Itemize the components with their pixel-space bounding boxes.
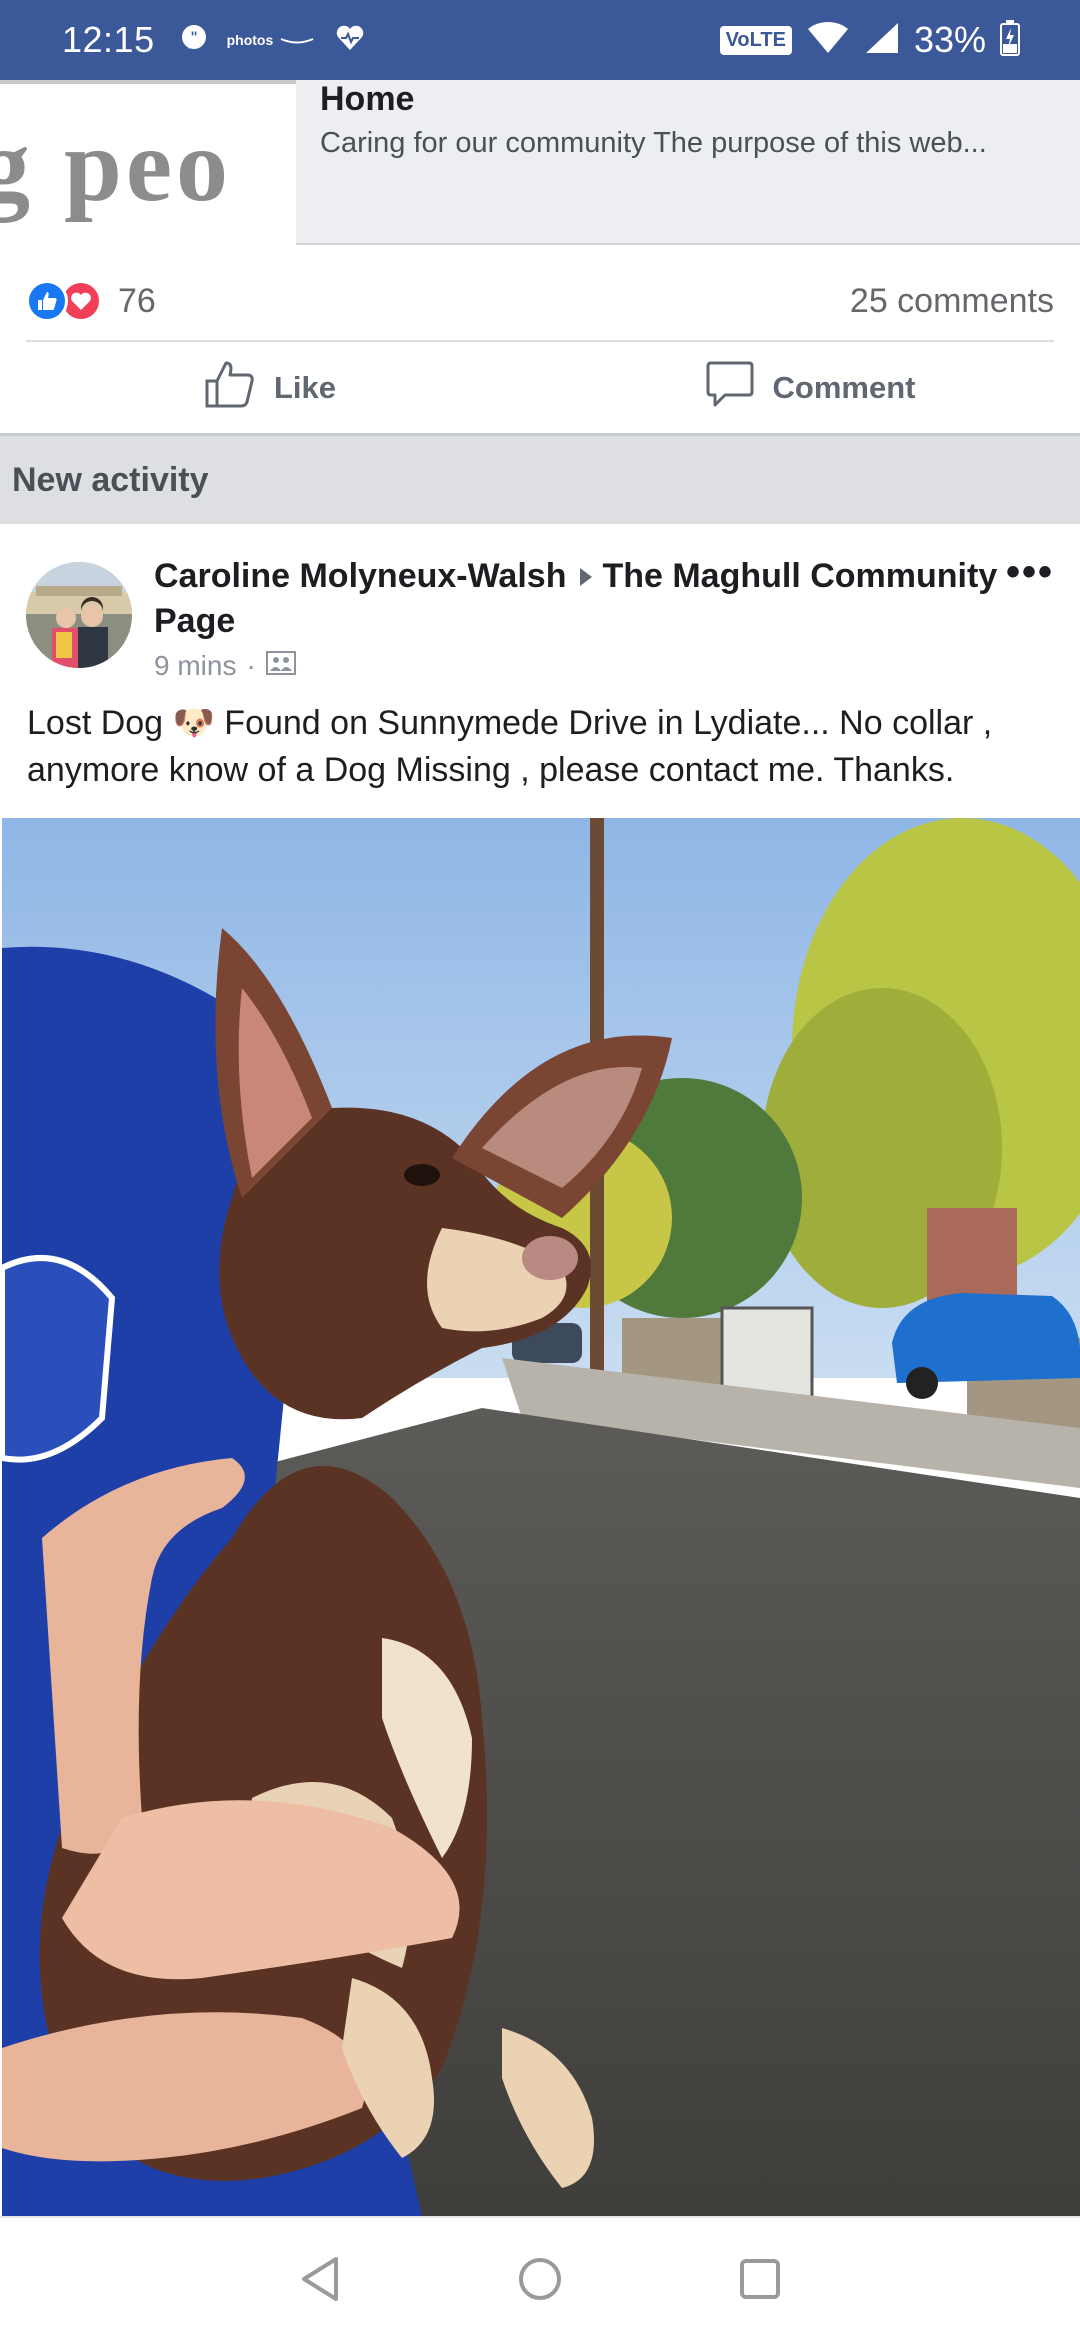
chat-bubble-icon: " bbox=[179, 23, 209, 58]
author-name-link[interactable]: Caroline Molyneux-Walsh bbox=[154, 557, 566, 595]
post-header: Caroline Molyneux-Walsh The Maghull Commu… bbox=[0, 524, 1080, 681]
link-preview-description: Caring for our community The purpose of … bbox=[320, 127, 987, 160]
notification-icons: " photos bbox=[179, 23, 366, 58]
author-avatar[interactable] bbox=[26, 562, 132, 668]
post-time[interactable]: 9 mins bbox=[154, 650, 236, 682]
status-right: VoLTE 33% bbox=[719, 19, 1020, 61]
wifi-icon bbox=[806, 21, 850, 60]
like-reaction-icon bbox=[26, 280, 68, 322]
post-meta: 9 mins · bbox=[154, 650, 1006, 682]
link-preview-title: Home bbox=[320, 80, 415, 118]
like-button[interactable]: Like bbox=[0, 342, 540, 433]
post-text: Lost Dog 🐶 Found on Sunnymede Drive in L… bbox=[27, 704, 993, 789]
link-preview-thumbnail: g peo bbox=[0, 80, 296, 245]
arrow-right-icon bbox=[580, 567, 593, 586]
post-author-line: Caroline Molyneux-Walsh The Maghull Commu… bbox=[154, 554, 1006, 644]
like-label: Like bbox=[273, 369, 337, 405]
post-actions: Like Comment bbox=[0, 342, 1080, 436]
photos-label: photos bbox=[226, 32, 274, 48]
status-bar: 12:15 " photos VoLTE 33% bbox=[0, 0, 1080, 80]
comment-button[interactable]: Comment bbox=[540, 342, 1080, 433]
link-preview-body: Home Caring for our community The purpos… bbox=[296, 80, 1080, 243]
reaction-count: 76 bbox=[118, 281, 156, 320]
new-activity-header: New activity bbox=[0, 436, 1080, 524]
thumbs-up-icon bbox=[204, 359, 256, 417]
comment-bubble-icon bbox=[705, 360, 755, 416]
battery-charging-icon bbox=[1000, 19, 1020, 61]
link-preview-card[interactable]: g peo Home Caring for our community The … bbox=[0, 80, 1080, 245]
comments-count-link[interactable]: 25 comments bbox=[850, 282, 1054, 321]
back-icon[interactable] bbox=[290, 2249, 350, 2309]
volte-badge: VoLTE bbox=[719, 25, 792, 55]
battery-level: 33% bbox=[913, 19, 986, 60]
cell-signal-icon bbox=[864, 21, 900, 60]
comment-label: Comment bbox=[772, 369, 916, 405]
thumbnail-text: g peo bbox=[0, 108, 232, 223]
reactions-summary[interactable]: 76 25 comments bbox=[26, 262, 1054, 342]
post-photo[interactable] bbox=[2, 818, 1080, 2216]
heart-health-icon bbox=[335, 24, 365, 57]
meta-separator: · bbox=[246, 649, 256, 681]
system-navigation-bar bbox=[0, 2216, 1080, 2340]
amazon-photos-icon: photos bbox=[227, 33, 318, 47]
group-audience-icon bbox=[265, 650, 296, 682]
svg-text:": " bbox=[190, 30, 197, 46]
more-options-icon[interactable]: ••• bbox=[1006, 550, 1054, 674]
recents-icon[interactable] bbox=[730, 2249, 790, 2309]
home-icon[interactable] bbox=[510, 2249, 570, 2309]
status-time: 12:15 bbox=[62, 19, 155, 60]
reaction-icons bbox=[26, 280, 102, 322]
author-block: Caroline Molyneux-Walsh The Maghull Commu… bbox=[154, 554, 1006, 681]
